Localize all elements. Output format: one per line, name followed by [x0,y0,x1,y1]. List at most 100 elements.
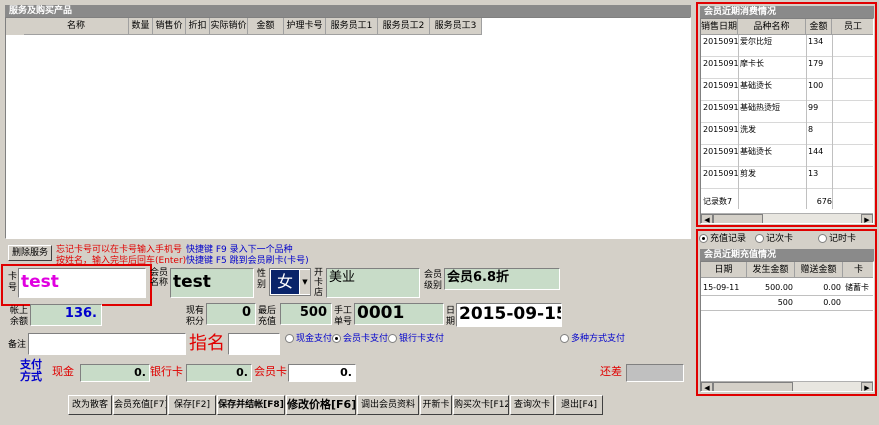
gender-value: 女 [271,270,299,294]
cash-value: 0. [134,366,146,379]
radio-icon [285,334,294,343]
pay-bank-radio[interactable]: 银行卡支付 [388,334,444,344]
hint-forgot-card: 忘记卡号可以在卡号输入手机号 [56,245,183,255]
note-label: 备注 [8,340,27,350]
recent-row[interactable]: 20150914洗发8 [701,123,873,145]
gender-label: 性别 [257,269,267,290]
gender-select[interactable]: 女 ▼ [269,268,311,296]
recent-row[interactable]: 20150915爱尔比短134 [701,35,873,57]
scroll-thumb[interactable] [713,382,793,391]
last-recharge-value: 500 [299,305,327,320]
scroll-right-icon[interactable]: ▶ [861,214,873,223]
load-member-button[interactable]: 调出会员资料 [357,395,419,415]
bank-input[interactable]: 0. [186,364,252,382]
scroll-left-icon[interactable]: ◀ [701,382,713,391]
products-column-header: 名称 [24,18,129,35]
save-checkout-button[interactable]: 保存并结帐[F8] [217,395,285,415]
manual-no-value: 0001 [357,303,405,323]
appoint-input[interactable] [228,333,280,355]
buy-times-card-button[interactable]: 购买次卡[F12] [453,395,509,415]
scroll-left-icon[interactable]: ◀ [701,214,713,223]
manual-no-field[interactable]: 0001 [354,303,444,325]
products-column-header: 折扣 [186,18,210,35]
member-card-label: 会员卡 [254,365,287,378]
hint-shortcut-f9: 快捷键 F9 录入下一个品种 [186,245,293,255]
recent-row[interactable]: 20150911剪发13 [701,167,873,189]
products-grid-header: 名称 数量 销售价 折扣 实际销价 金额 护理卡号 服务员工1 服务员工2 服务员工3 [6,18,482,35]
recharge-grid-header: 日期 发生金额 赠送金额 卡 [701,262,873,278]
level-field: 会员6.8折 [444,268,560,290]
radio-icon [388,334,397,343]
balance-value: 136. [64,306,97,321]
balance-label: 帐上余额 [10,306,29,327]
member-card-value: 0. [340,366,352,379]
pay-multi-radio[interactable]: 多种方式支付 [560,334,625,344]
delete-service-button[interactable]: 删除服务 [8,245,52,261]
to-walkin-button[interactable]: 改为散客 [68,395,112,415]
recharge-grid[interactable]: 日期 发生金额 赠送金额 卡 15-09-11 500.00 0.00 储蓄卡 … [700,261,874,392]
products-column-header: 服务员工2 [378,18,430,35]
recharge-row[interactable]: 15-09-11 500.00 0.00 储蓄卡 [701,281,873,296]
balance-field: 136. [30,304,102,326]
products-column-header: 金额 [248,18,284,35]
recent-grid-header: 销售日期 品种名称 金额 员工 [701,19,873,35]
scroll-thumb[interactable] [713,214,763,223]
points-value: 0 [241,305,251,320]
save-button[interactable]: 保存[F2] [168,395,216,415]
remaining-label: 还差 [600,365,622,378]
store-value: 美业 [329,270,356,285]
last-recharge-field: 500 [280,303,332,325]
store-field: 美业 [326,268,420,298]
recharge-hscrollbar[interactable]: ◀ ▶ [701,381,873,391]
member-name-field: test [170,268,254,298]
recent-footer: 记录数7 676 [701,195,873,209]
member-recharge-button[interactable]: 会员充值[F7] [113,395,167,415]
cash-input[interactable]: 0. [80,364,150,382]
pay-method-label: 支付方式 [20,358,42,383]
member-name-value: test [173,272,211,292]
modify-price-button[interactable]: 修改价格[F6] [286,395,356,415]
pay-card-radio[interactable]: 会员卡支付 [332,334,388,344]
recent-consumption-grid[interactable]: 销售日期 品种名称 金额 员工 20150915爱尔比短13420150915摩… [700,18,874,224]
manual-no-label: 手工单号 [334,306,353,327]
radio-icon [560,334,569,343]
date-input[interactable]: 2015-09-15 [456,303,562,327]
chevron-down-icon[interactable]: ▼ [300,270,310,294]
recent-row[interactable]: 20150914基础热烫短99 [701,101,873,123]
query-times-card-button[interactable]: 查询次卡 [510,395,554,415]
recent-row[interactable]: 20150915摩卡长179 [701,57,873,79]
radio-selected-icon [332,334,341,343]
products-column-header: 数量 [129,18,153,35]
date-value: 2015-09-15 [459,304,562,324]
products-panel-title: 服务及购买产品 [5,5,691,17]
products-column-header: 服务员工1 [326,18,378,35]
level-label: 会员级别 [424,270,443,291]
recent-hscrollbar[interactable]: ◀ ▶ [701,213,873,223]
recharge-total-gift: 0.00 [823,298,841,307]
products-grid[interactable]: 名称 数量 销售价 折扣 实际销价 金额 护理卡号 服务员工1 服务员工2 服务员工3 [5,17,691,239]
products-column-header: 销售价 [153,18,186,35]
card-no-highlight [1,264,152,306]
products-column-header: 护理卡号 [284,18,326,35]
pay-cash-radio[interactable]: 现金支付 [285,334,332,344]
member-name-label: 会员名称 [150,268,169,288]
scroll-right-icon[interactable]: ▶ [861,382,873,391]
recharge-total-amount: 500 [777,298,793,307]
recent-row[interactable]: 20150914基础烫长144 [701,145,873,167]
note-input[interactable] [28,333,186,355]
recharge-total-row: 500 0.00 [701,296,873,311]
points-field: 0 [206,303,256,325]
exit-button[interactable]: 退出[F4] [555,395,603,415]
level-value: 会员6.8折 [447,270,510,285]
date-label: 日期 [446,306,456,327]
bank-value: 0. [236,366,248,379]
recent-total: 676 [816,197,832,206]
recent-record-count: 记录数7 [703,197,733,206]
appoint-label: 指名 [189,333,225,354]
recent-consumption-title: 会员近期消费情况 [700,6,874,18]
recharge-title: 会员近期充值情况 [700,249,874,261]
recent-row[interactable]: 20150914基础烫长100 [701,79,873,101]
new-card-button[interactable]: 开新卡 [420,395,452,415]
member-card-input[interactable]: 0. [288,364,356,382]
products-column-header: 实际销价 [210,18,248,35]
